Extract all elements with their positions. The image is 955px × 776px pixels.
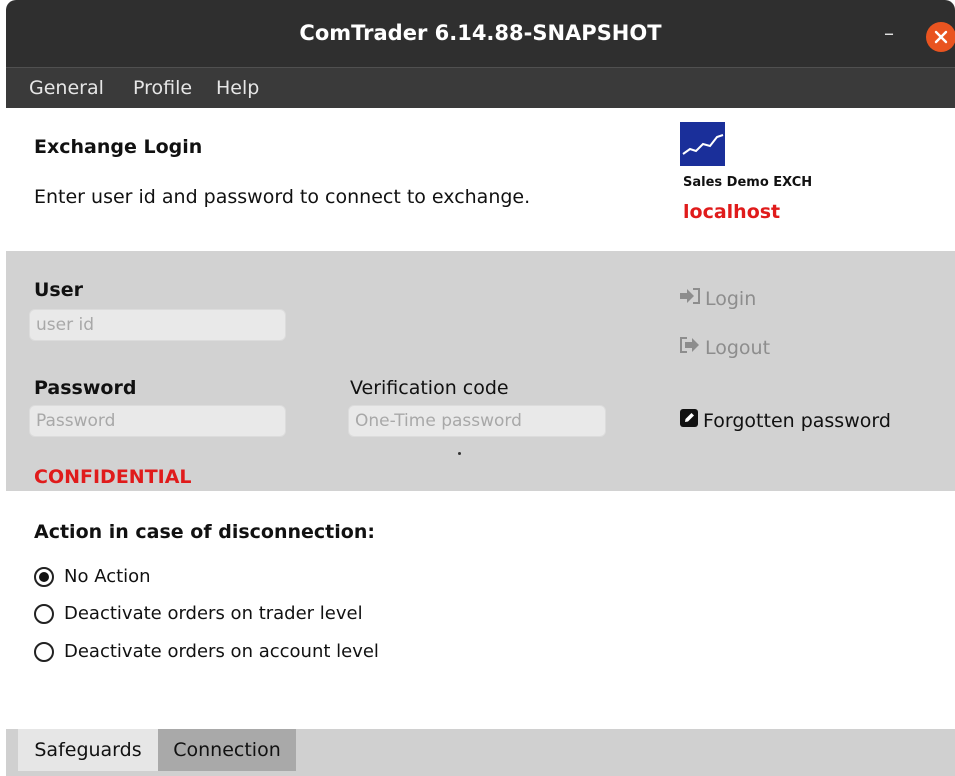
bottom-tab-bar: Safeguards Connection	[6, 729, 955, 776]
status-dot	[458, 452, 461, 455]
disconnection-title: Action in case of disconnection:	[34, 521, 375, 543]
confidential-label: CONFIDENTIAL	[34, 466, 192, 488]
radio-button[interactable]	[34, 603, 54, 624]
page-title: Exchange Login	[34, 136, 203, 158]
login-button[interactable]: Login	[679, 287, 756, 310]
comtrader-window: ComTrader 6.14.88-SNAPSHOT – General Pro…	[0, 0, 955, 776]
exchange-name: Sales Demo EXCH	[683, 175, 813, 190]
radio-no-action[interactable]: No Action	[34, 566, 151, 587]
radio-button[interactable]	[34, 641, 54, 662]
forgotten-password-button[interactable]: Forgotten password	[679, 408, 891, 433]
verification-code-input[interactable]	[348, 405, 606, 437]
disconnection-section: Action in case of disconnection: No Acti…	[6, 491, 955, 729]
logout-label: Logout	[705, 336, 771, 359]
radio-label: Deactivate orders on account level	[64, 641, 379, 662]
password-label: Password	[34, 377, 137, 399]
logout-button[interactable]: Logout	[679, 336, 770, 359]
menu-general[interactable]: General	[29, 77, 104, 99]
radio-label: No Action	[64, 566, 151, 587]
window-title: ComTrader 6.14.88-SNAPSHOT	[299, 21, 662, 45]
user-input[interactable]	[29, 309, 286, 341]
tab-connection[interactable]: Connection	[158, 729, 296, 771]
password-input[interactable]	[29, 405, 286, 437]
host-name: localhost	[683, 201, 781, 223]
tab-safeguards[interactable]: Safeguards	[18, 729, 158, 771]
login-panel: User Password Verification code Login	[6, 251, 955, 491]
forgotten-password-label: Forgotten password	[703, 409, 891, 432]
exchange-logo	[680, 122, 725, 166]
sign-out-icon	[679, 336, 701, 359]
radio-button-checked[interactable]	[34, 566, 54, 587]
radio-deactivate-account[interactable]: Deactivate orders on account level	[34, 641, 379, 662]
sign-in-icon	[679, 287, 701, 310]
page-subtitle: Enter user id and password to connect to…	[34, 186, 531, 208]
close-icon	[934, 30, 948, 44]
menu-bar: General Profile Help	[6, 67, 955, 108]
login-header: Exchange Login Enter user id and passwor…	[6, 108, 955, 251]
close-button[interactable]	[926, 22, 955, 52]
radio-label: Deactivate orders on trader level	[64, 603, 363, 624]
minimize-button[interactable]: –	[876, 21, 902, 45]
menu-profile[interactable]: Profile	[133, 77, 192, 99]
login-label: Login	[705, 287, 757, 310]
menu-help[interactable]: Help	[216, 77, 259, 99]
verification-label: Verification code	[350, 377, 509, 399]
title-bar: ComTrader 6.14.88-SNAPSHOT –	[6, 0, 955, 67]
radio-deactivate-trader[interactable]: Deactivate orders on trader level	[34, 603, 363, 624]
edit-icon	[679, 408, 699, 433]
user-label: User	[34, 279, 83, 301]
